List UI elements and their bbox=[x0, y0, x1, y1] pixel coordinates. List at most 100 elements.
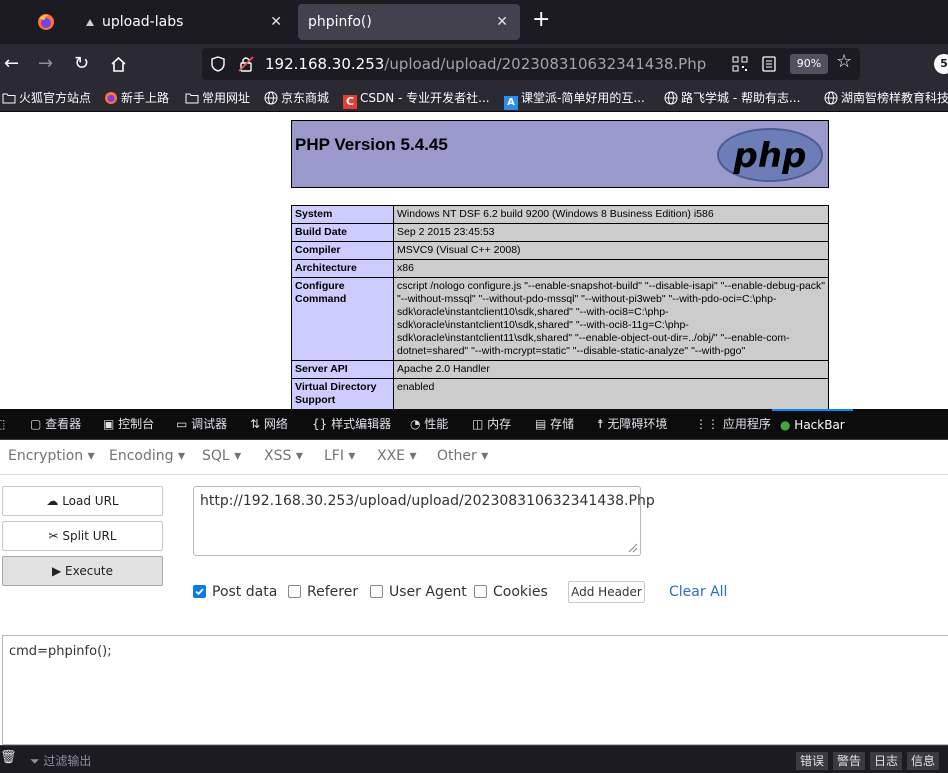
cookies-checkbox[interactable]: Cookies bbox=[474, 584, 548, 600]
bookmark-item[interactable]: 路飞学城 - 帮助有志... bbox=[664, 84, 800, 112]
filter-output-input[interactable]: ⏷ 过滤输出 bbox=[30, 752, 91, 769]
menu-xss[interactable]: XSS ▾ bbox=[264, 448, 303, 464]
table-row: System Windows NT DSF 6.2 build 9200 (Win… bbox=[291, 205, 829, 224]
post-data-value: cmd=phpinfo(); bbox=[9, 644, 112, 659]
add-header-button[interactable]: Add Header bbox=[568, 581, 645, 603]
back-icon[interactable]: ← bbox=[4, 52, 19, 76]
table-value: Apache 2.0 Handler bbox=[393, 360, 829, 379]
bookmark-star-icon[interactable]: ☆ bbox=[836, 51, 852, 72]
clear-all-link[interactable]: Clear All bbox=[669, 584, 727, 600]
tab-network[interactable]: ⇅ 网络 bbox=[250, 409, 288, 439]
reader-view-icon[interactable] bbox=[762, 56, 776, 72]
play-icon: ▶ bbox=[51, 564, 62, 578]
menu-encryption[interactable]: Encryption ▾ bbox=[8, 448, 95, 464]
bookmark-item[interactable]: 京东商城 bbox=[264, 84, 329, 112]
table-key: System bbox=[291, 205, 394, 224]
tab-accessibility[interactable]: ☨ 无障碍环境 bbox=[597, 409, 667, 439]
tab-storage[interactable]: ▤ 存储 bbox=[535, 409, 574, 439]
bookmark-item[interactable]: 湖南智榜样教育科技 bbox=[824, 84, 948, 112]
menu-label: LFI bbox=[324, 448, 344, 464]
folder-icon bbox=[2, 93, 16, 104]
hackbar-icon: ● bbox=[780, 418, 795, 432]
table-value: Sep 2 2015 23:45:53 bbox=[393, 223, 829, 242]
tab-memory[interactable]: ◫ 内存 bbox=[472, 409, 511, 439]
checkbox-unchecked[interactable] bbox=[474, 585, 487, 598]
application-icon: ⋮⋮ bbox=[695, 417, 723, 431]
memory-icon: ◫ bbox=[472, 417, 488, 431]
checkbox-unchecked[interactable] bbox=[370, 585, 383, 598]
load-url-button[interactable]: ☁ Load URL bbox=[2, 486, 163, 516]
bookmark-item[interactable]: 常用网址 bbox=[185, 84, 250, 112]
trash-icon[interactable]: 🗑 bbox=[0, 750, 17, 765]
post-data-textarea[interactable]: cmd=phpinfo(); bbox=[2, 635, 948, 745]
split-url-button[interactable]: ✂ Split URL bbox=[2, 521, 163, 551]
url-text[interactable]: 192.168.30.253/upload/upload/20230831063… bbox=[265, 55, 706, 73]
bookmark-item[interactable]: C CSDN - 专业开发者社... bbox=[343, 84, 490, 112]
qr-code-icon[interactable] bbox=[732, 56, 748, 72]
bookmark-label: 京东商城 bbox=[281, 91, 330, 105]
bookmark-item[interactable]: 新手上路 bbox=[104, 84, 169, 112]
tab-label: 无障碍环境 bbox=[607, 417, 668, 431]
tab-style-editor[interactable]: {} 样式编辑器 bbox=[312, 409, 391, 439]
extension-badge[interactable]: 5 bbox=[934, 54, 948, 74]
tab-console[interactable]: ▣ 控制台 bbox=[103, 409, 154, 439]
menu-xxe[interactable]: XXE ▾ bbox=[377, 448, 417, 464]
filter-logs-button[interactable]: 日志 bbox=[870, 752, 903, 770]
referer-checkbox[interactable]: Referer bbox=[288, 584, 358, 600]
resize-grip-icon[interactable] bbox=[626, 541, 638, 553]
checkbox-unchecked[interactable] bbox=[288, 585, 301, 598]
url-textarea[interactable]: http://192.168.30.253/upload/upload/2023… bbox=[193, 486, 655, 556]
reload-icon[interactable]: ↻ bbox=[74, 52, 89, 76]
url-host: 192.168.30.253 bbox=[265, 55, 385, 73]
shield-icon[interactable] bbox=[210, 56, 226, 72]
close-tab-icon[interactable]: ✕ bbox=[496, 4, 508, 40]
bookmark-label: 路飞学城 - 帮助有志... bbox=[681, 91, 801, 105]
tab-label: 内存 bbox=[487, 417, 512, 431]
insecure-lock-icon[interactable] bbox=[238, 56, 254, 72]
table-value: MSVC9 (Visual C++ 2008) bbox=[393, 241, 829, 260]
button-label: Execute bbox=[65, 564, 114, 578]
tab-upload-labs[interactable]: upload-labs ✕ bbox=[72, 4, 294, 40]
menu-encoding[interactable]: Encoding ▾ bbox=[109, 448, 185, 464]
filter-warnings-button[interactable]: 警告 bbox=[833, 752, 866, 770]
tab-label: 存储 bbox=[550, 417, 575, 431]
user-agent-checkbox[interactable]: User Agent bbox=[370, 584, 467, 600]
tab-performance[interactable]: ◔ 性能 bbox=[410, 409, 448, 439]
checkbox-label: Post data bbox=[212, 584, 278, 600]
menu-other[interactable]: Other ▾ bbox=[437, 448, 488, 464]
execute-button[interactable]: ▶ Execute bbox=[2, 556, 163, 586]
post-data-checkbox[interactable]: Post data bbox=[193, 584, 277, 600]
menu-sql[interactable]: SQL ▾ bbox=[202, 448, 241, 464]
storage-icon: ▤ bbox=[535, 417, 551, 431]
performance-icon: ◔ bbox=[410, 417, 425, 431]
pick-element-icon[interactable]: ⬚ bbox=[0, 409, 5, 439]
forward-icon[interactable]: → bbox=[38, 52, 53, 76]
tab-label: upload-labs bbox=[102, 14, 184, 30]
address-bar[interactable]: 192.168.30.253/upload/upload/20230831063… bbox=[202, 48, 860, 80]
bookmark-item[interactable]: 火狐官方站点 bbox=[2, 84, 91, 112]
filter-info-button[interactable]: 信息 bbox=[907, 752, 940, 770]
debugger-icon: ▭ bbox=[176, 417, 192, 431]
bookmark-item[interactable]: A 课堂派-简单好用的互... bbox=[504, 84, 645, 112]
new-tab-icon[interactable]: + bbox=[532, 7, 550, 32]
checkbox-checked[interactable] bbox=[193, 585, 206, 598]
menu-lfi[interactable]: LFI ▾ bbox=[324, 448, 355, 464]
table-value: cscript /nologo configure.js "--enable-s… bbox=[393, 277, 829, 361]
table-row: Compiler MSVC9 (Visual C++ 2008) bbox=[291, 241, 829, 260]
menu-label: Encoding bbox=[109, 448, 174, 464]
firefox-menu-icon[interactable] bbox=[36, 12, 56, 32]
php-logo-icon: php bbox=[717, 128, 823, 182]
bookmark-label: 新手上路 bbox=[121, 91, 170, 105]
console-toolbar: 🗑 ⏷ 过滤输出 错误 警告 日志 信息 bbox=[0, 745, 948, 773]
tab-application[interactable]: ⋮⋮ 应用程序 bbox=[695, 409, 771, 439]
table-value: Windows NT DSF 6.2 build 9200 (Windows 8… bbox=[393, 205, 829, 224]
close-tab-icon[interactable]: ✕ bbox=[270, 4, 282, 40]
zoom-level[interactable]: 90% bbox=[790, 54, 828, 74]
tab-inspector[interactable]: ▢ 查看器 bbox=[30, 409, 81, 439]
tab-hackbar[interactable]: ● HackBar bbox=[772, 409, 853, 439]
firefox-icon bbox=[105, 92, 117, 104]
tab-phpinfo[interactable]: phpinfo() ✕ bbox=[298, 4, 520, 40]
tab-debugger[interactable]: ▭ 调试器 bbox=[176, 409, 227, 439]
filter-errors-button[interactable]: 错误 bbox=[796, 752, 829, 770]
home-icon[interactable] bbox=[110, 56, 127, 73]
